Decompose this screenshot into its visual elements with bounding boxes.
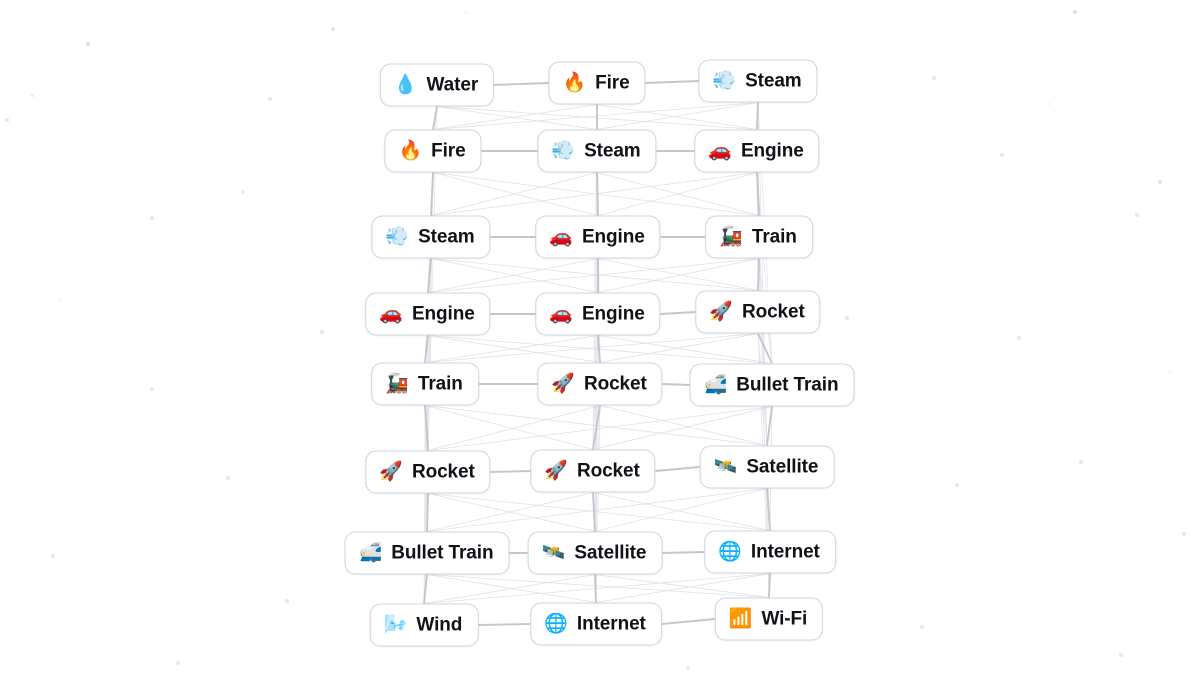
graph-node-steam[interactable]: 💨 Steam xyxy=(698,59,818,103)
node-label: Internet xyxy=(576,613,646,635)
node-label: Rocket xyxy=(741,301,805,323)
node-label: Wind xyxy=(416,614,463,636)
fire-icon: 🔥 xyxy=(562,72,587,94)
water-drop-icon: 💧 xyxy=(393,74,418,96)
node-label: Satellite xyxy=(746,456,819,478)
globe-icon: 🌐 xyxy=(544,613,568,635)
graph-node-train[interactable]: 🚂 Train xyxy=(371,362,479,406)
bullet-train-icon: 🚅 xyxy=(703,374,728,396)
node-layer[interactable]: 💧 Water 🔥 Fire 💨 Steam 🔥 Fire 💨 Steam 🚗 Engine 💨 Stea… xyxy=(0,0,1200,675)
node-label: Engine xyxy=(581,226,645,248)
graph-node-bullet-train[interactable]: 🚅 Bullet Train xyxy=(344,531,510,575)
car-icon: 🚗 xyxy=(379,303,403,325)
train-icon: 🚂 xyxy=(385,373,409,395)
graph-node-train[interactable]: 🚂 Train xyxy=(705,215,813,259)
graph-node-engine[interactable]: 🚗 Engine xyxy=(535,215,661,259)
rocket-icon: 🚀 xyxy=(379,461,403,483)
graph-node-satellite[interactable]: 🛰️ Satellite xyxy=(699,445,835,489)
node-label: Rocket xyxy=(411,461,475,483)
node-label: Bullet Train xyxy=(391,542,494,564)
node-label: Fire xyxy=(431,140,466,162)
steam-icon: 💨 xyxy=(712,70,737,92)
train-icon: 🚂 xyxy=(719,226,743,248)
satellite-icon: 🛰️ xyxy=(713,456,738,478)
graph-canvas[interactable]: 💧 Water 🔥 Fire 💨 Steam 🔥 Fire 💨 Steam 🚗 Engine 💨 Stea… xyxy=(0,0,1200,675)
graph-node-fire[interactable]: 🔥 Fire xyxy=(384,129,482,173)
steam-icon: 💨 xyxy=(385,226,410,248)
node-label: Engine xyxy=(411,303,475,325)
graph-node-water[interactable]: 💧 Water xyxy=(379,63,495,107)
graph-node-bullet-train[interactable]: 🚅 Bullet Train xyxy=(689,363,855,407)
node-label: Fire xyxy=(595,72,630,94)
node-label: Engine xyxy=(581,303,645,325)
bullet-train-icon: 🚅 xyxy=(358,542,383,564)
car-icon: 🚗 xyxy=(708,140,732,162)
graph-node-rocket[interactable]: 🚀 Rocket xyxy=(365,450,491,494)
node-label: Internet xyxy=(750,541,820,563)
steam-icon: 💨 xyxy=(551,140,576,162)
graph-node-steam[interactable]: 💨 Steam xyxy=(537,129,657,173)
car-icon: 🚗 xyxy=(549,303,573,325)
graph-node-rocket[interactable]: 🚀 Rocket xyxy=(530,449,656,493)
node-label: Steam xyxy=(745,70,802,92)
node-label: Water xyxy=(426,74,479,96)
node-label: Train xyxy=(751,226,797,248)
graph-node-engine[interactable]: 🚗 Engine xyxy=(535,292,661,336)
car-icon: 🚗 xyxy=(549,226,573,248)
node-label: Rocket xyxy=(583,373,647,395)
rocket-icon: 🚀 xyxy=(544,460,568,482)
graph-node-wind[interactable]: 🌬️ Wind xyxy=(369,603,479,647)
graph-node-engine[interactable]: 🚗 Engine xyxy=(365,292,491,336)
satellite-icon: 🛰️ xyxy=(541,542,566,564)
node-label: Train xyxy=(417,373,463,395)
wifi-bars-icon: 📶 xyxy=(728,608,753,630)
graph-node-fire[interactable]: 🔥 Fire xyxy=(548,61,646,105)
fire-icon: 🔥 xyxy=(398,140,423,162)
graph-node-internet[interactable]: 🌐 Internet xyxy=(704,530,836,574)
graph-node-internet[interactable]: 🌐 Internet xyxy=(530,602,662,646)
wind-icon: 🌬️ xyxy=(383,614,408,636)
graph-node-rocket[interactable]: 🚀 Rocket xyxy=(695,290,821,334)
globe-icon: 🌐 xyxy=(718,541,742,563)
rocket-icon: 🚀 xyxy=(709,301,733,323)
node-label: Steam xyxy=(418,226,475,248)
node-label: Steam xyxy=(584,140,641,162)
node-label: Satellite xyxy=(574,542,647,564)
node-label: Bullet Train xyxy=(736,374,839,396)
graph-node-engine[interactable]: 🚗 Engine xyxy=(694,129,820,173)
graph-node-satellite[interactable]: 🛰️ Satellite xyxy=(527,531,663,575)
graph-node-wi-fi[interactable]: 📶 Wi-Fi xyxy=(714,597,824,641)
rocket-icon: 🚀 xyxy=(551,373,575,395)
graph-node-steam[interactable]: 💨 Steam xyxy=(371,215,491,259)
graph-node-rocket[interactable]: 🚀 Rocket xyxy=(537,362,663,406)
node-label: Engine xyxy=(740,140,804,162)
node-label: Rocket xyxy=(576,460,640,482)
node-label: Wi-Fi xyxy=(761,608,808,630)
